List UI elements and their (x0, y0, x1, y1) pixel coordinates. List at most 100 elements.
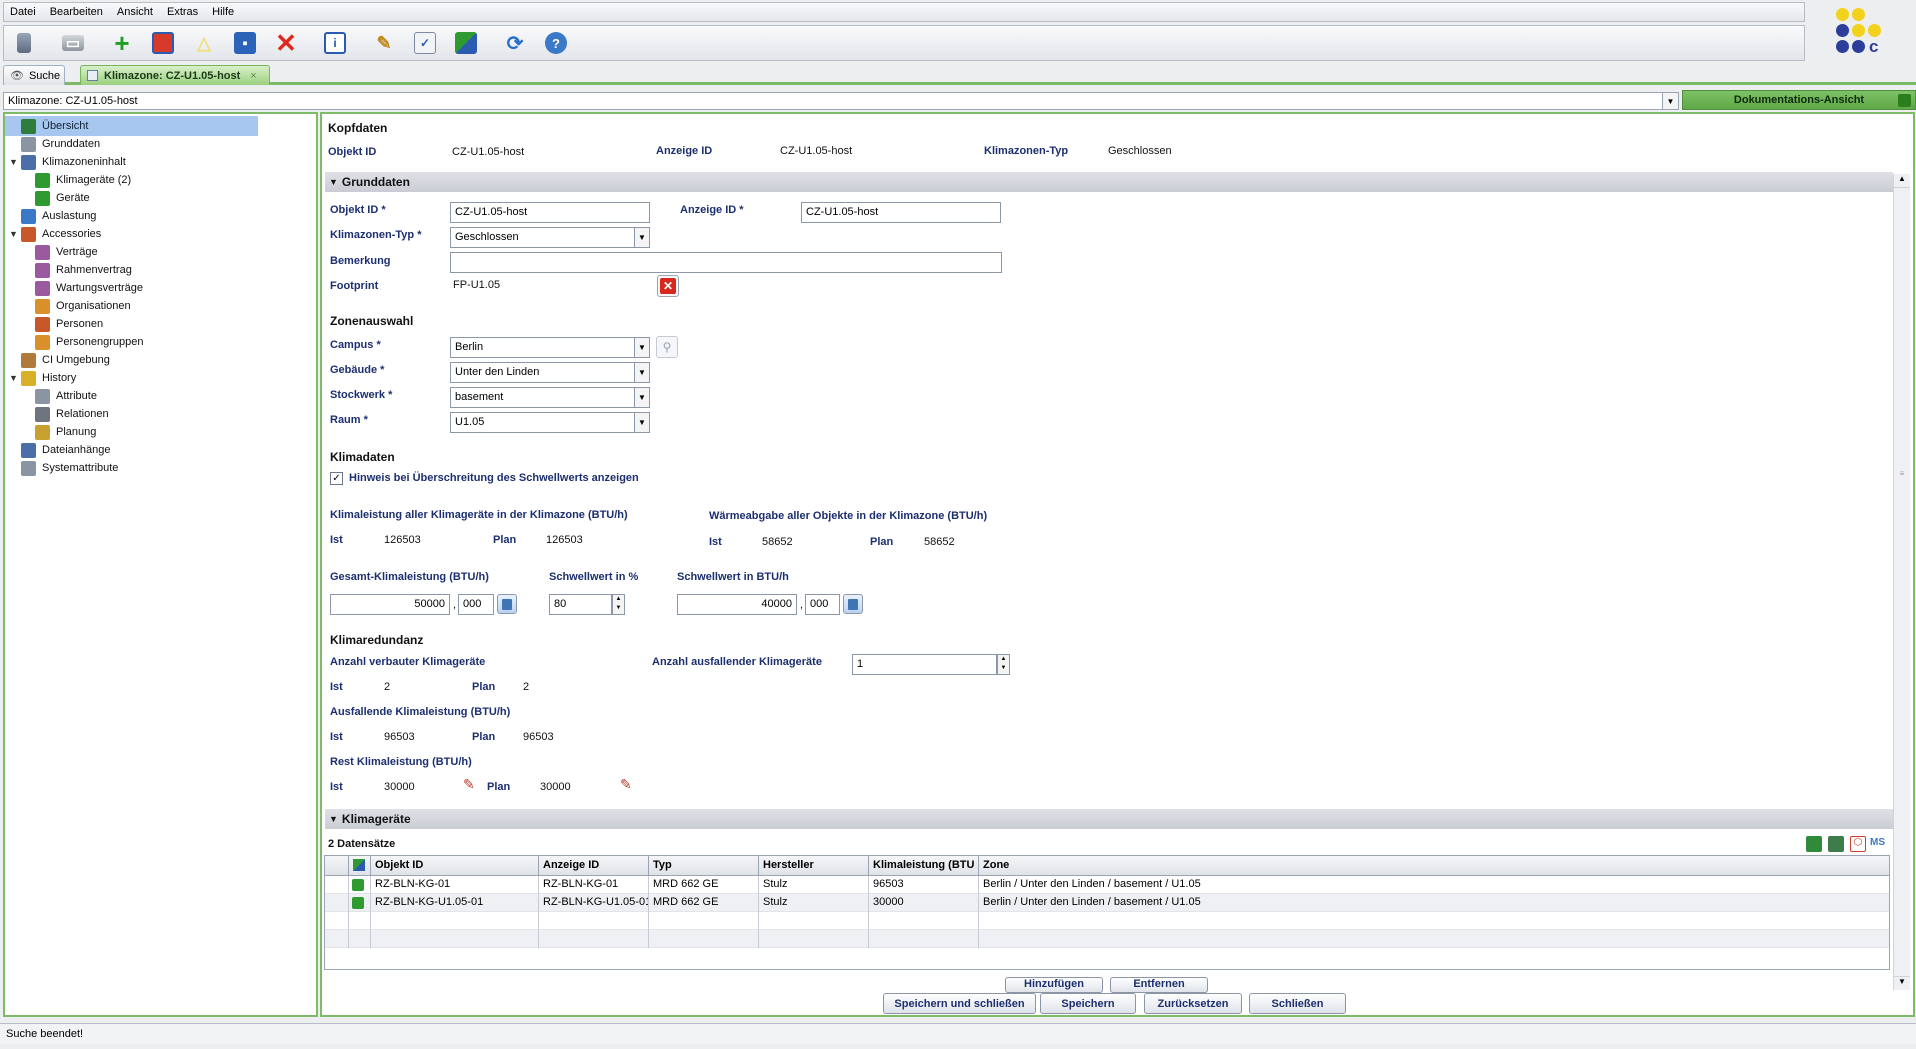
close-icon[interactable]: × (250, 70, 256, 82)
tab-klimazone[interactable]: Klimazone: CZ-U1.05-host × (80, 65, 270, 85)
spinner-icon[interactable]: ▲ ▼ (612, 594, 625, 615)
klimageraete-header[interactable]: ▼ Klimageräte (325, 809, 1893, 829)
reset-button[interactable]: Zurücksetzen (1144, 993, 1242, 1014)
tree-item[interactable]: ▼ History (5, 368, 305, 388)
row-select-cell[interactable] (325, 930, 349, 948)
menu-datei[interactable]: Datei (10, 6, 36, 18)
column-header[interactable]: Anzeige ID (539, 856, 649, 876)
info-icon[interactable]: i (321, 29, 349, 57)
tree-item[interactable]: Attribute (5, 386, 305, 406)
grunddaten-header[interactable]: ▼ Grunddaten (325, 172, 1893, 192)
row-select-cell[interactable] (325, 894, 349, 912)
tree-item[interactable]: Relationen (5, 404, 305, 424)
save-button[interactable]: Speichern (1040, 993, 1136, 1014)
column-header[interactable]: Hersteller (759, 856, 869, 876)
objekt-id-field[interactable]: CZ-U1.05-host (450, 202, 650, 223)
gebaeude-value: Unter den Linden (455, 366, 540, 378)
ausfallend-anzahl-field[interactable]: 1 (852, 654, 997, 675)
calculator-icon[interactable] (843, 594, 863, 614)
row-select-cell[interactable] (325, 912, 349, 930)
tree-item[interactable]: Auslastung (5, 206, 305, 226)
tree-item[interactable]: Dateianhänge (5, 440, 305, 460)
print-icon[interactable]: ▭ (59, 29, 87, 57)
tree-item[interactable]: Geräte (5, 188, 305, 208)
pdf-export-icon[interactable]: ⬡ (1850, 836, 1866, 852)
search-campus-button[interactable]: ⚲ (656, 336, 678, 358)
gebaeude-select[interactable]: Unter den Linden ▼ (450, 362, 650, 383)
tree-item-label: Personen (56, 318, 104, 330)
schwellwert-btu-dec-field[interactable]: 000 (805, 594, 840, 615)
tree-item[interactable]: Klimageräte (2) (5, 170, 305, 190)
gesamt-int-field[interactable]: 50000 (330, 594, 450, 615)
table-row[interactable]: RZ-BLN-KG-01 RZ-BLN-KG-01 MRD 662 GE Stulz 9… (325, 876, 1889, 894)
copy-icon[interactable] (149, 29, 177, 57)
schwellwert-btu-int-field[interactable]: 40000 (677, 594, 797, 615)
bemerkung-field[interactable] (450, 252, 1002, 273)
spinner-icon[interactable]: ▲ ▼ (997, 654, 1010, 675)
tree-item[interactable]: ▼ Accessories (5, 224, 305, 244)
chevron-down-icon[interactable]: ▼ (1662, 93, 1678, 109)
object-selector[interactable]: Klimazone: CZ-U1.05-host (3, 92, 1679, 110)
relations-icon[interactable] (452, 29, 480, 57)
excel-export-icon[interactable] (1806, 836, 1822, 852)
tree-item[interactable]: Wartungsverträge (5, 278, 305, 298)
tree-item[interactable]: Planung (5, 422, 305, 442)
ms-export-icon[interactable]: MS (1870, 837, 1890, 853)
column-header[interactable]: Zone (979, 856, 1889, 876)
schwellwert-pct-field[interactable]: 80 (549, 594, 612, 615)
tree-item[interactable]: Systemattribute (5, 458, 305, 478)
edit-icon[interactable]: ✎ (463, 776, 479, 792)
save-and-close-button[interactable]: Speichern und schließen (883, 993, 1036, 1014)
menu-extras[interactable]: Extras (167, 6, 198, 18)
tools-icon[interactable]: ✎ (370, 29, 398, 57)
tree-item[interactable]: Verträge (5, 242, 305, 262)
column-header[interactable]: Typ (649, 856, 759, 876)
ausfallend-ist-value: 96503 (384, 731, 415, 743)
tree-item[interactable]: Grunddaten (5, 134, 305, 154)
tree-item[interactable]: Organisationen (5, 296, 305, 316)
anzeige-id-field[interactable]: CZ-U1.05-host (801, 202, 1001, 223)
row-select-cell[interactable] (325, 876, 349, 894)
calculator-icon[interactable] (497, 594, 517, 614)
add-icon[interactable]: + (108, 28, 136, 58)
remove-footprint-button[interactable]: ✕ (657, 275, 679, 297)
main-scrollbar[interactable]: ▲ ≡ ▼ (1893, 174, 1910, 990)
csv-export-icon[interactable] (1828, 836, 1844, 852)
table-row[interactable]: RZ-BLN-KG-U1.05-01 RZ-BLN-KG-U1.05-01 MRD … (325, 894, 1889, 912)
klimazonen-typ-select[interactable]: Geschlossen ▼ (450, 227, 650, 248)
gesamt-dec-field[interactable]: 000 (458, 594, 494, 615)
stockwerk-select[interactable]: basement ▼ (450, 387, 650, 408)
tree-item[interactable]: ▼ Klimazoneninhalt (5, 152, 305, 172)
delete-doc-icon[interactable] (10, 29, 38, 57)
table-cell (649, 930, 759, 948)
documentation-view-toggle[interactable]: Dokumentations-Ansicht (1682, 90, 1916, 110)
column-header[interactable]: Klimaleistung (BTU (869, 856, 979, 876)
raum-select[interactable]: U1.05 ▼ (450, 412, 650, 433)
delete-icon[interactable]: ✕ (272, 28, 300, 58)
edit-icon[interactable]: ✎ (620, 776, 636, 792)
close-button[interactable]: Schließen (1249, 993, 1346, 1014)
warning-icon[interactable]: △ (190, 29, 218, 57)
tree-item[interactable]: Rahmenvertrag (5, 260, 305, 280)
expand-toggle-icon[interactable]: ▼ (9, 229, 18, 239)
column-header[interactable]: Objekt ID (371, 856, 539, 876)
checklist-icon[interactable]: ✓ (411, 29, 439, 57)
refresh-icon[interactable]: ⟳ (501, 29, 529, 57)
save-icon[interactable]: ▪ (231, 29, 259, 57)
table-cell (539, 930, 649, 948)
remove-button[interactable]: Entfernen (1110, 977, 1208, 993)
campus-select[interactable]: Berlin ▼ (450, 337, 650, 358)
expand-toggle-icon[interactable]: ▼ (9, 157, 18, 167)
tree-item[interactable]: CI Umgebung (5, 350, 305, 370)
menu-ansicht[interactable]: Ansicht (117, 6, 153, 18)
add-button[interactable]: Hinzufügen (1005, 977, 1103, 993)
help-icon[interactable]: ? (542, 29, 570, 57)
tree-item[interactable]: Personen (5, 314, 305, 334)
hinweis-checkbox[interactable]: ✓ (330, 472, 343, 485)
expand-toggle-icon[interactable]: ▼ (9, 373, 18, 383)
tree-item[interactable]: Übersicht (5, 116, 258, 136)
tree-item[interactable]: Personengruppen (5, 332, 305, 352)
menu-bearbeiten[interactable]: Bearbeiten (50, 6, 103, 18)
menu-hilfe[interactable]: Hilfe (212, 6, 234, 18)
tab-suche[interactable]: 👁 Suche (3, 65, 65, 85)
